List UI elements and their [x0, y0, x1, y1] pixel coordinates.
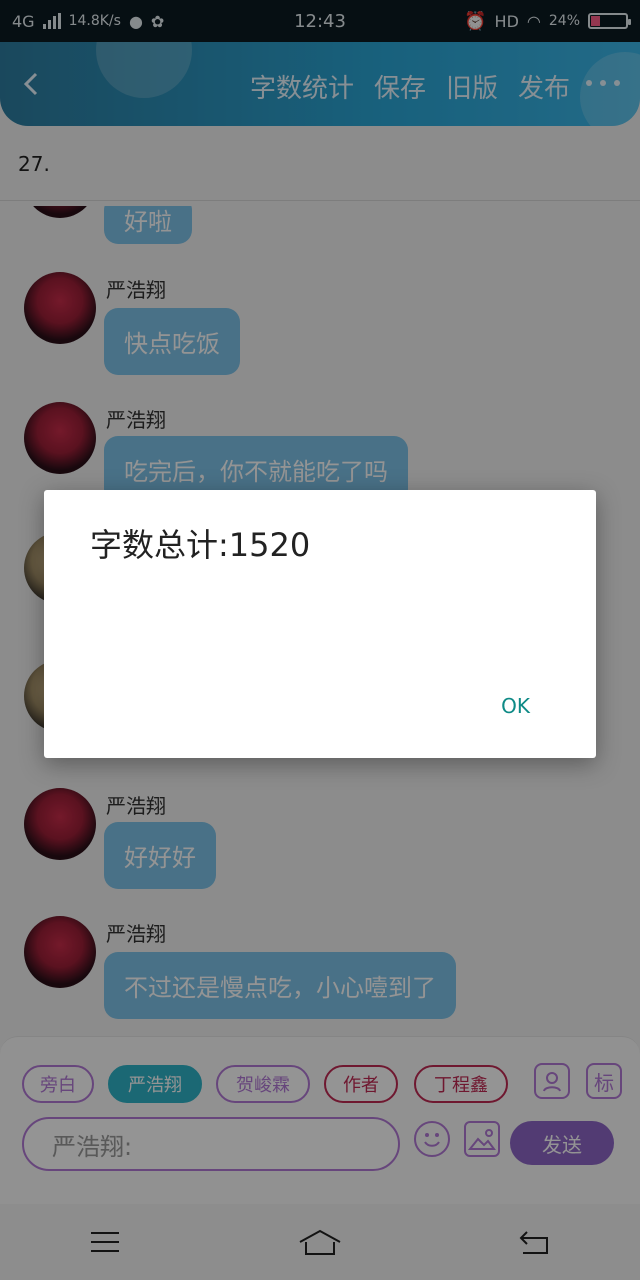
ok-button[interactable]: OK [501, 694, 530, 718]
dialog-message: 字数总计:1520 [90, 526, 311, 564]
word-count-dialog: 字数总计:1520 OK [44, 490, 596, 758]
